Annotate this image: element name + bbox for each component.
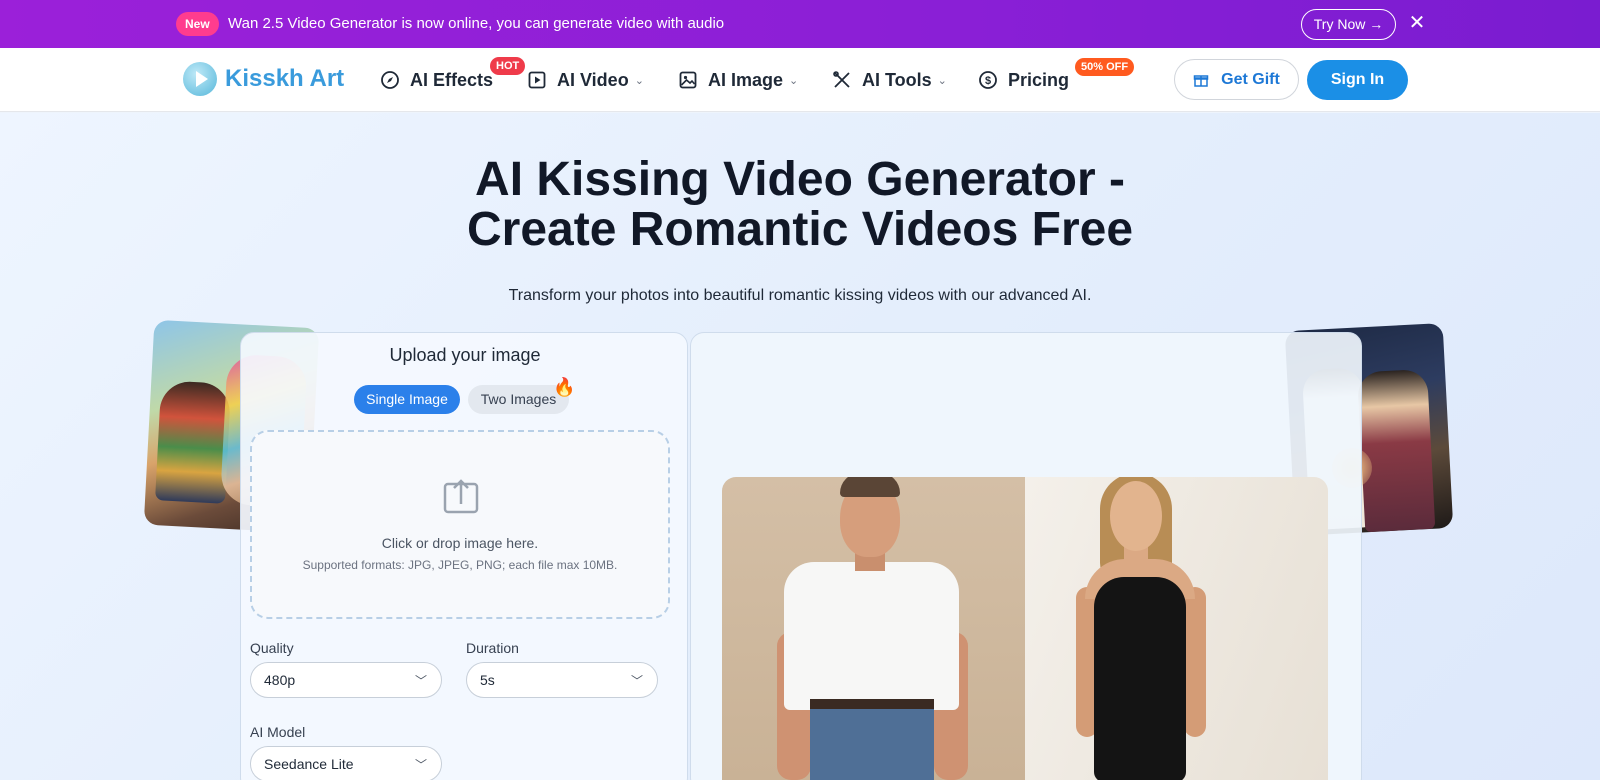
supported-formats: Supported formats: JPG, JPEG, PNG; each … xyxy=(302,558,618,572)
photo-figure xyxy=(810,702,934,780)
photo-figure xyxy=(1184,587,1206,737)
quality-label: Quality xyxy=(250,640,294,656)
try-now-button[interactable]: Try Now → xyxy=(1301,9,1396,40)
gift-icon xyxy=(1193,74,1209,87)
sign-in-button[interactable]: Sign In xyxy=(1307,60,1408,100)
title-line-1: AI Kissing Video Generator - xyxy=(475,153,1125,206)
drop-instruction: Click or drop image here. xyxy=(381,535,539,551)
chevron-down-icon: ⌄ xyxy=(789,74,799,87)
nav-label: AI Video xyxy=(557,69,629,90)
quality-select[interactable]: 480p ﹀ xyxy=(250,662,442,698)
photo-figure xyxy=(810,699,934,709)
nav-label: Pricing xyxy=(1008,69,1070,90)
tab-single-image[interactable]: Single Image xyxy=(354,385,460,414)
dollar-circle-icon: $ xyxy=(979,71,997,89)
tools-icon xyxy=(833,71,850,88)
photo-figure xyxy=(784,562,959,710)
play-square-icon xyxy=(528,71,546,89)
nav-item-pricing[interactable]: $ Pricing xyxy=(978,66,1069,94)
logo-text: Kisskh Art xyxy=(225,65,345,92)
chevron-down-icon: ⌄ xyxy=(634,74,644,87)
nav-label: AI Effects xyxy=(410,69,494,90)
photo-figure xyxy=(1357,368,1436,533)
fire-icon: 🔥 xyxy=(553,377,576,397)
announcement-message[interactable]: Wan 2.5 Video Generator is now online, y… xyxy=(228,15,724,32)
announcement-bar: New Wan 2.5 Video Generator is now onlin… xyxy=(0,0,1600,48)
top-navigation: Kisskh Art AI Effects HOT AI Video ⌄ AI … xyxy=(0,48,1600,112)
title-line-2: Create Romantic Videos Free xyxy=(466,203,1134,256)
chevron-down-icon: ﹀ xyxy=(414,674,427,688)
image-dropzone[interactable]: Click or drop image here. Supported form… xyxy=(250,430,670,619)
upload-icon xyxy=(443,479,479,514)
chevron-down-icon: ﹀ xyxy=(630,674,643,688)
ai-model-label: AI Model xyxy=(250,724,306,740)
new-badge: New xyxy=(176,12,219,36)
get-gift-label: Get Gift xyxy=(1221,70,1280,88)
logo-play-icon xyxy=(183,62,217,96)
upload-panel: Upload your image Single Image Two Image… xyxy=(240,332,688,780)
close-icon[interactable]: ✕ xyxy=(1407,12,1427,34)
duration-label: Duration xyxy=(466,640,519,656)
compass-icon xyxy=(381,71,399,89)
nav-item-ai-effects[interactable]: AI Effects xyxy=(380,66,493,94)
ai-model-select[interactable]: Seedance Lite ﹀ xyxy=(250,746,442,780)
page-title: AI Kissing Video Generator - Create Roma… xyxy=(400,155,1200,255)
nav-item-ai-image[interactable]: AI Image ⌄ xyxy=(678,66,798,94)
duration-value: 5s xyxy=(480,672,495,688)
photo-figure xyxy=(840,477,900,497)
chevron-down-icon: ⌄ xyxy=(937,74,947,87)
preview-image xyxy=(722,477,1328,780)
svg-text:$: $ xyxy=(985,75,991,87)
photo-figure xyxy=(155,380,232,504)
nav-item-ai-video[interactable]: AI Video ⌄ xyxy=(527,66,644,94)
discount-badge: 50% OFF xyxy=(1075,58,1135,76)
preview-man-photo xyxy=(722,477,1025,780)
nav-item-ai-tools[interactable]: AI Tools ⌄ xyxy=(832,66,947,94)
upload-title: Upload your image xyxy=(389,345,541,365)
photo-figure xyxy=(1094,577,1186,780)
get-gift-button[interactable]: Get Gift xyxy=(1174,59,1299,100)
logo[interactable]: Kisskh Art xyxy=(183,61,344,97)
quality-value: 480p xyxy=(264,672,296,688)
image-icon xyxy=(679,71,697,89)
nav-label: AI Tools xyxy=(862,69,932,90)
nav-label: AI Image xyxy=(708,69,784,90)
page-subtitle: Transform your photos into beautiful rom… xyxy=(508,287,1092,304)
duration-select[interactable]: 5s ﹀ xyxy=(466,662,658,698)
chevron-down-icon: ﹀ xyxy=(414,758,427,772)
ai-model-value: Seedance Lite xyxy=(264,756,354,772)
photo-figure xyxy=(1110,481,1162,551)
hot-badge: HOT xyxy=(490,57,526,75)
